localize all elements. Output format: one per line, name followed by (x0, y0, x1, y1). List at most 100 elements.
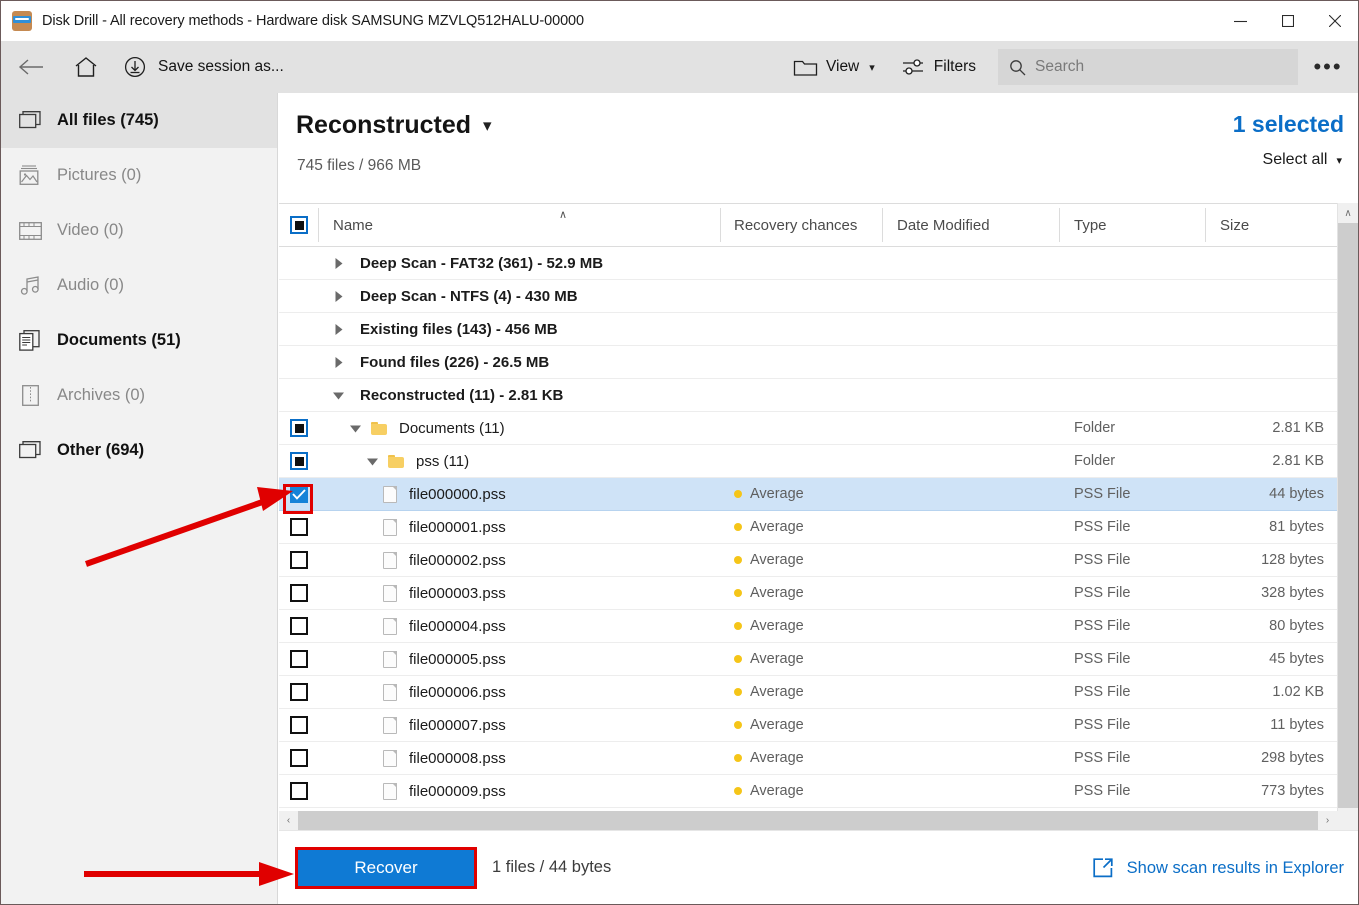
checkbox-indeterminate[interactable] (290, 452, 308, 470)
search-icon (1009, 59, 1026, 76)
recovery-chance-dot (734, 622, 742, 630)
file-table: Name ∧ Recovery chances Date Modified Ty… (279, 93, 1358, 830)
back-arrow-icon[interactable] (8, 44, 54, 90)
scroll-right-button[interactable]: › (1318, 811, 1337, 830)
horizontal-scroll-thumb[interactable] (298, 811, 1318, 830)
table-row[interactable]: file000004.pssAveragePSS File80 bytes (279, 610, 1337, 643)
checkbox-unchecked[interactable] (290, 617, 308, 635)
checkbox-indeterminate[interactable] (290, 419, 308, 437)
expand-collapse-right-icon[interactable] (327, 290, 349, 303)
table-row[interactable]: file000002.pssAveragePSS File128 bytes (279, 544, 1337, 577)
vertical-scroll-thumb[interactable] (1338, 223, 1359, 808)
scroll-up-button[interactable]: ∧ (1338, 203, 1358, 223)
expand-collapse-right-icon[interactable] (327, 323, 349, 336)
table-row[interactable]: Deep Scan - FAT32 (361) - 52.9 MB (279, 247, 1337, 280)
expand-collapse-down-icon[interactable] (361, 455, 383, 468)
scroll-left-button[interactable]: ‹ (279, 811, 298, 830)
sort-ascending-icon: ∧ (559, 208, 567, 221)
sidebar-item-other[interactable]: Other (694) (1, 423, 277, 478)
row-checkbox-cell[interactable] (279, 650, 319, 668)
row-checkbox-cell[interactable] (279, 518, 319, 536)
checkbox-unchecked[interactable] (290, 650, 308, 668)
recovery-chance-label: Average (750, 684, 804, 700)
row-checkbox-cell[interactable] (279, 584, 319, 602)
checkbox-unchecked[interactable] (290, 518, 308, 536)
header-select-all-checkbox[interactable] (279, 204, 319, 246)
row-checkbox-cell[interactable] (279, 419, 319, 437)
column-header-name[interactable]: Name ∧ (319, 204, 721, 246)
sidebar-item-all-files[interactable]: All files (745) (1, 93, 277, 148)
table-row[interactable]: Existing files (143) - 456 MB (279, 313, 1337, 346)
row-checkbox-cell[interactable] (279, 452, 319, 470)
table-row[interactable]: Documents (11)Folder2.81 KB (279, 412, 1337, 445)
recover-button[interactable]: Recover (295, 847, 477, 889)
table-row[interactable]: file000006.pssAveragePSS File1.02 KB (279, 676, 1337, 709)
checkbox-unchecked[interactable] (290, 782, 308, 800)
row-checkbox-cell[interactable] (279, 551, 319, 569)
table-row[interactable]: Found files (226) - 26.5 MB (279, 346, 1337, 379)
expand-collapse-down-icon[interactable] (327, 389, 349, 402)
show-in-explorer-link[interactable]: Show scan results in Explorer (1092, 857, 1344, 879)
save-session-label: Save session as... (158, 58, 284, 76)
row-size-cell: 81 bytes (1206, 519, 1337, 535)
checkbox-unchecked[interactable] (290, 716, 308, 734)
close-button[interactable] (1311, 1, 1358, 41)
column-header-size[interactable]: Size (1206, 204, 1337, 246)
column-header-recovery-chances[interactable]: Recovery chances (721, 204, 883, 246)
row-name-cell: Documents (11) (319, 420, 721, 437)
column-header-date-modified[interactable]: Date Modified (883, 204, 1060, 246)
table-row[interactable]: Reconstructed (11) - 2.81 KB (279, 379, 1337, 412)
home-icon[interactable] (63, 44, 109, 90)
horizontal-scrollbar[interactable]: ‹ › (279, 811, 1337, 830)
checkbox-checked[interactable] (290, 485, 308, 503)
row-label: file000009.pss (409, 783, 506, 800)
table-row[interactable]: file000005.pssAveragePSS File45 bytes (279, 643, 1337, 676)
table-row[interactable]: file000001.pssAveragePSS File81 bytes (279, 511, 1337, 544)
sidebar-item-pictures[interactable]: Pictures (0) (1, 148, 277, 203)
sidebar-item-audio[interactable]: Audio (0) (1, 258, 277, 313)
table-row[interactable]: file000007.pssAveragePSS File11 bytes (279, 709, 1337, 742)
row-label: file000005.pss (409, 651, 506, 668)
sidebar-item-documents[interactable]: Documents (51) (1, 313, 277, 368)
row-checkbox-cell[interactable] (279, 485, 319, 503)
row-size-cell: 11 bytes (1206, 717, 1337, 733)
column-header-type[interactable]: Type (1060, 204, 1206, 246)
row-checkbox-cell[interactable] (279, 716, 319, 734)
table-row[interactable]: file000009.pssAveragePSS File773 bytes (279, 775, 1337, 808)
vertical-scrollbar[interactable]: ∧ ∨ (1337, 203, 1358, 905)
expand-collapse-down-icon[interactable] (344, 422, 366, 435)
row-checkbox-cell[interactable] (279, 617, 319, 635)
save-session-button[interactable]: Save session as... (118, 44, 284, 90)
filters-button[interactable]: Filters (901, 57, 976, 77)
row-recovery-chance-cell: Average (721, 717, 883, 733)
row-checkbox-cell[interactable] (279, 782, 319, 800)
table-row[interactable]: Deep Scan - NTFS (4) - 430 MB (279, 280, 1337, 313)
overflow-menu-button[interactable]: ••• (1298, 47, 1358, 87)
file-icon (383, 717, 397, 734)
table-row[interactable]: file000008.pssAveragePSS File298 bytes (279, 742, 1337, 775)
checkbox-unchecked[interactable] (290, 683, 308, 701)
row-checkbox-cell[interactable] (279, 683, 319, 701)
view-button[interactable]: View ▾ (793, 57, 875, 77)
checkbox-unchecked[interactable] (290, 584, 308, 602)
other-files-icon (15, 438, 45, 464)
table-row[interactable]: pss (11)Folder2.81 KB (279, 445, 1337, 478)
sidebar-item-archives[interactable]: Archives (0) (1, 368, 277, 423)
documents-icon (15, 328, 45, 354)
save-download-icon (118, 44, 152, 90)
row-type-cell: PSS File (1060, 519, 1206, 535)
table-row[interactable]: file000000.pssAveragePSS File44 bytes (279, 478, 1337, 511)
row-name-cell: Deep Scan - NTFS (4) - 430 MB (319, 288, 721, 305)
expand-collapse-right-icon[interactable] (327, 356, 349, 369)
expand-collapse-right-icon[interactable] (327, 257, 349, 270)
row-name-cell: file000001.pss (319, 519, 721, 536)
table-row[interactable]: file000003.pssAveragePSS File328 bytes (279, 577, 1337, 610)
disk-drill-window: Disk Drill - All recovery methods - Hard… (0, 0, 1359, 905)
sidebar-item-video[interactable]: Video (0) (1, 203, 277, 258)
row-checkbox-cell[interactable] (279, 749, 319, 767)
minimize-button[interactable] (1217, 1, 1264, 41)
maximize-button[interactable] (1264, 1, 1311, 41)
search-input[interactable]: Search (998, 49, 1298, 85)
checkbox-unchecked[interactable] (290, 749, 308, 767)
checkbox-unchecked[interactable] (290, 551, 308, 569)
